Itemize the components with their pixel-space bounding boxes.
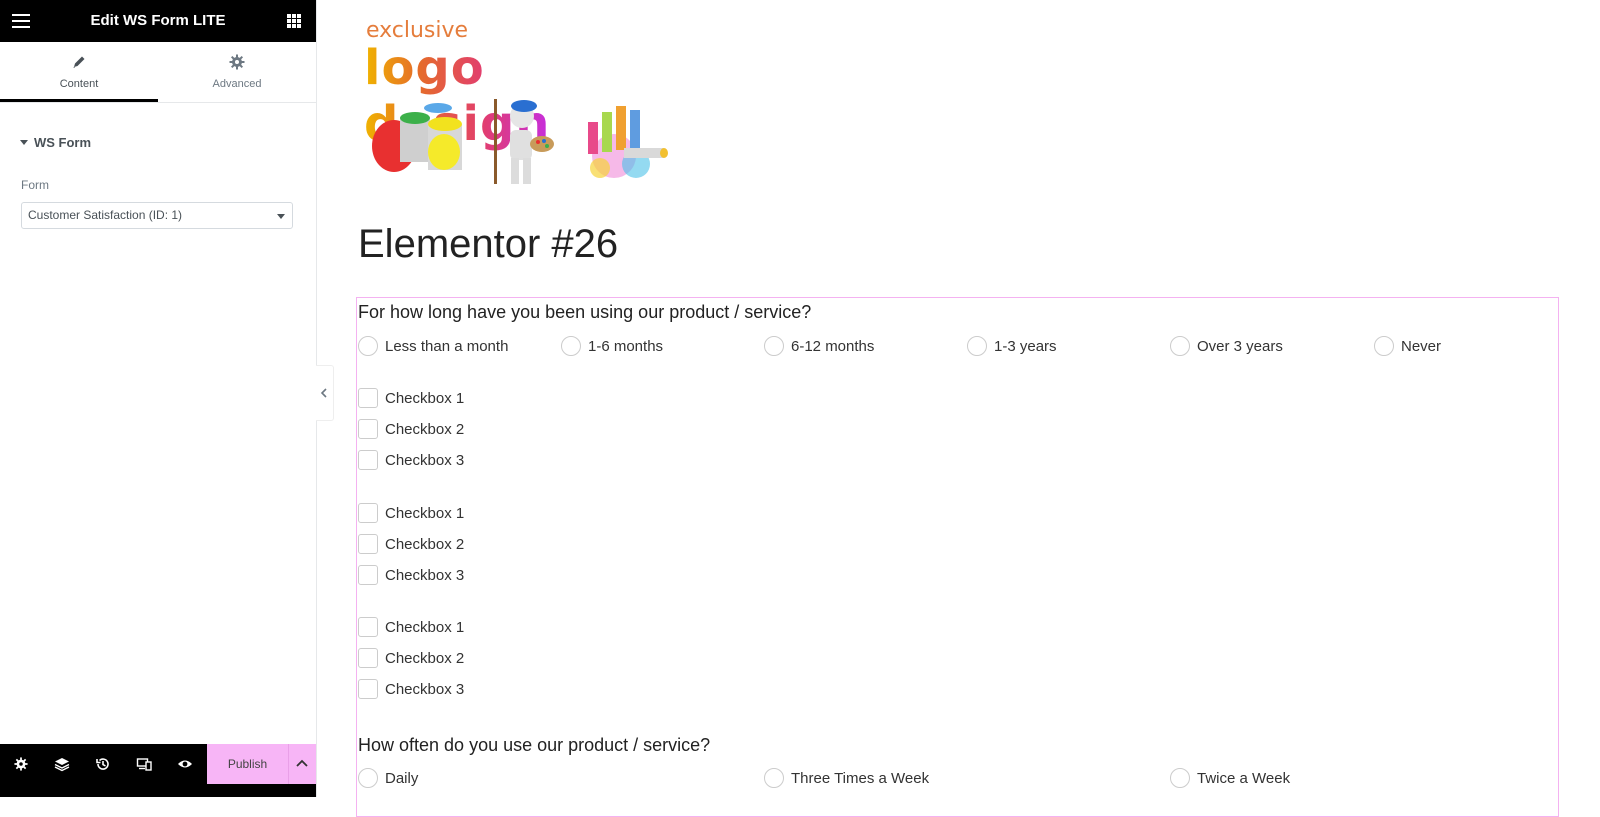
widgets-grid-icon[interactable] [287, 14, 301, 28]
section-toggle-ws-form[interactable]: WS Form [20, 135, 91, 150]
checkbox-option[interactable]: Checkbox 2 [358, 534, 464, 554]
page-title: Elementor #26 [358, 222, 619, 266]
section-title: WS Form [34, 135, 92, 150]
checkbox-option[interactable]: Checkbox 2 [358, 648, 464, 668]
radio-option[interactable]: 6-12 months [764, 336, 874, 356]
checkbox-label: Checkbox 3 [385, 566, 465, 584]
radio-option[interactable]: 1-6 months [561, 336, 663, 356]
checkbox-label: Checkbox 2 [385, 420, 465, 438]
radio-option[interactable]: Over 3 years [1170, 336, 1283, 356]
radio-label: 1-3 years [994, 337, 1057, 355]
panel-title: Edit WS Form LITE [90, 12, 226, 29]
form-select-value: Customer Satisfaction (ID: 1) [28, 208, 183, 222]
tab-content[interactable]: Content [0, 42, 158, 102]
checkbox-option[interactable]: Checkbox 3 [358, 679, 464, 699]
radio-circle[interactable] [764, 336, 784, 356]
checkbox[interactable] [358, 648, 378, 668]
chevron-down-icon [277, 214, 285, 219]
ws-form-widget[interactable]: For how long have you been using our pro… [356, 297, 1559, 817]
checkbox-label: Checkbox 2 [385, 649, 465, 667]
checkbox-label: Checkbox 1 [385, 389, 465, 407]
tab-content-label: Content [59, 78, 99, 90]
panel-tabs: Content Advanced [0, 42, 316, 103]
checkbox-label: Checkbox 2 [385, 535, 465, 553]
checkbox[interactable] [358, 565, 378, 585]
radio-option[interactable]: Less than a month [358, 336, 508, 356]
pencil-icon [73, 56, 85, 68]
radio-label: Less than a month [385, 337, 509, 355]
chevron-left-icon [320, 388, 327, 398]
radio-option[interactable]: Never [1374, 336, 1441, 356]
checkbox-label: Checkbox 3 [385, 451, 465, 469]
chevron-up-icon [296, 759, 308, 767]
form-control-label: Form [21, 178, 49, 192]
radio-circle[interactable] [358, 336, 378, 356]
form-select[interactable]: Customer Satisfaction (ID: 1) [21, 202, 293, 229]
radio-option[interactable]: Twice a Week [1170, 768, 1290, 788]
settings-icon [13, 757, 28, 771]
question-label: For how long have you been using our pro… [358, 302, 812, 322]
radio-circle[interactable] [1170, 336, 1190, 356]
checkbox-option[interactable]: Checkbox 1 [358, 388, 464, 408]
panel-header: Edit WS Form LITE [0, 0, 316, 42]
radio-label: Never [1401, 337, 1442, 355]
radio-label: 1-6 months [588, 337, 664, 355]
checkbox[interactable] [358, 450, 378, 470]
checkbox-option[interactable]: Checkbox 1 [358, 503, 464, 523]
radio-option[interactable]: Daily [358, 768, 418, 788]
checkbox-option[interactable]: Checkbox 2 [358, 419, 464, 439]
publish-options-button[interactable] [288, 744, 316, 784]
radio-label: Over 3 years [1197, 337, 1283, 355]
tab-advanced[interactable]: Advanced [158, 42, 316, 102]
collapse-panel-button[interactable] [316, 365, 334, 421]
checkbox-label: Checkbox 1 [385, 504, 465, 522]
checkbox-option[interactable]: Checkbox 1 [358, 617, 464, 637]
checkbox-label: Checkbox 1 [385, 618, 465, 636]
navigator-button[interactable] [41, 744, 82, 784]
radio-label: Twice a Week [1197, 769, 1291, 787]
checkbox[interactable] [358, 388, 378, 408]
checkbox-option[interactable]: Checkbox 3 [358, 565, 464, 585]
tab-advanced-label: Advanced [212, 78, 262, 90]
caret-down-icon [20, 140, 28, 146]
gear-icon [229, 54, 245, 70]
checkbox-option[interactable]: Checkbox 3 [358, 450, 464, 470]
checkbox[interactable] [358, 419, 378, 439]
panel-footer: Publish [0, 744, 316, 797]
radio-circle[interactable] [967, 336, 987, 356]
checkbox[interactable] [358, 534, 378, 554]
radio-label: Three Times a Week [791, 769, 930, 787]
radio-circle[interactable] [358, 768, 378, 788]
radio-option[interactable]: Three Times a Week [764, 768, 929, 788]
publish-button[interactable]: Publish [207, 744, 288, 784]
radio-circle[interactable] [764, 768, 784, 788]
radio-circle[interactable] [1374, 336, 1394, 356]
preview-icon [177, 760, 192, 768]
radio-circle[interactable] [1170, 768, 1190, 788]
preview-changes-button[interactable] [164, 744, 205, 784]
checkbox[interactable] [358, 679, 378, 699]
settings-button[interactable] [0, 744, 41, 784]
radio-option[interactable]: 1-3 years [967, 336, 1057, 356]
checkbox[interactable] [358, 617, 378, 637]
radio-label: Daily [385, 769, 419, 787]
checkbox-label: Checkbox 3 [385, 680, 465, 698]
site-logo-image: exclusive logo design [364, 18, 676, 190]
radio-label: 6-12 months [791, 337, 875, 355]
radio-circle[interactable] [561, 336, 581, 356]
history-icon [95, 758, 109, 770]
responsive-mode-button[interactable] [123, 744, 164, 784]
question-label: How often do you use our product / servi… [358, 735, 711, 755]
logo-illustration [372, 99, 668, 184]
history-button[interactable] [82, 744, 123, 784]
responsive-icon [136, 758, 152, 771]
checkbox[interactable] [358, 503, 378, 523]
layers-icon [54, 758, 69, 772]
editor-panel: Edit WS Form LITE Content Advanced WS Fo… [0, 0, 317, 797]
